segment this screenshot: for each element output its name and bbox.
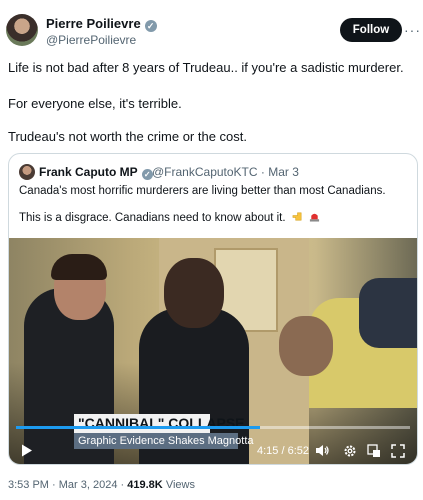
quoted-date[interactable]: Mar 3 [268,165,299,179]
video-time: 4:15 / 6:52 [257,445,309,457]
video-progress-fill [16,426,261,429]
post-text-line-3: Trudeau's not worth the crime or the cos… [8,129,247,144]
meta-separator: · [260,165,265,179]
author-name[interactable]: Pierre Poilievre [46,16,141,31]
author-name-row[interactable]: Pierre Poilievre ✓ [46,16,157,32]
more-icon[interactable]: ··· [404,22,421,38]
volume-icon[interactable] [315,444,330,457]
post-text-line-2: For everyone else, it's terrible. [8,96,182,111]
views-label: Views [165,479,195,491]
play-icon[interactable] [21,444,33,457]
video-person-center-head [164,258,224,328]
alarm-light-emoji-icon [309,213,320,222]
quoted-author-name[interactable]: Frank Caputo MP [39,165,138,179]
post-time[interactable]: 3:53 PM [8,479,49,491]
footer-separator: · [52,479,56,491]
quoted-text-line-2-text: This is a disgrace. Canadians need to kn… [19,212,286,224]
miniplayer-icon[interactable] [367,444,381,458]
video-person-right-head [279,316,333,376]
news-subheadline: Graphic Evidence Shakes Magnotta [74,433,254,449]
post-date[interactable]: Mar 3, 2024 [59,479,118,491]
post-footer: 3:53 PM · Mar 3, 2024 · 419.8K Views [8,479,195,491]
point-left-emoji-icon [292,212,302,221]
quoted-author-handle[interactable]: @FrankCaputoKTC [152,165,258,179]
quoted-meta: @FrankCaputoKTC · Mar 3 [152,165,299,179]
verified-badge-icon: ✓ [144,20,157,32]
quoted-post[interactable]: Frank Caputo MP ✓ @FrankCaputoKTC · Mar 3… [8,153,418,465]
video-progress-bar[interactable] [16,426,410,429]
post-header: Pierre Poilievre ✓ @PierrePoilievre Follo… [6,14,420,50]
quoted-avatar[interactable] [19,164,35,180]
post-text-line-1: Life is not bad after 8 years of Trudeau… [8,60,404,75]
author-handle[interactable]: @PierrePoilievre [46,33,136,47]
video-vehicle [359,278,417,348]
views-count: 419.8K [127,479,163,491]
video-player[interactable]: "CANNIBAL" COLLAPSE Graphic Evidence Sha… [9,238,417,464]
footer-separator: · [120,479,125,491]
quoted-text-line-2: This is a disgrace. Canadians need to kn… [19,211,320,224]
fullscreen-icon[interactable] [391,444,405,458]
settings-icon[interactable] [343,444,357,458]
video-person-left-hair [51,254,107,280]
avatar[interactable] [6,14,38,46]
follow-button[interactable]: Follow [340,18,402,42]
quoted-author-name-row[interactable]: Frank Caputo MP ✓ [39,165,153,180]
quoted-text-line-1: Canada's most horrific murderers are liv… [19,185,386,197]
